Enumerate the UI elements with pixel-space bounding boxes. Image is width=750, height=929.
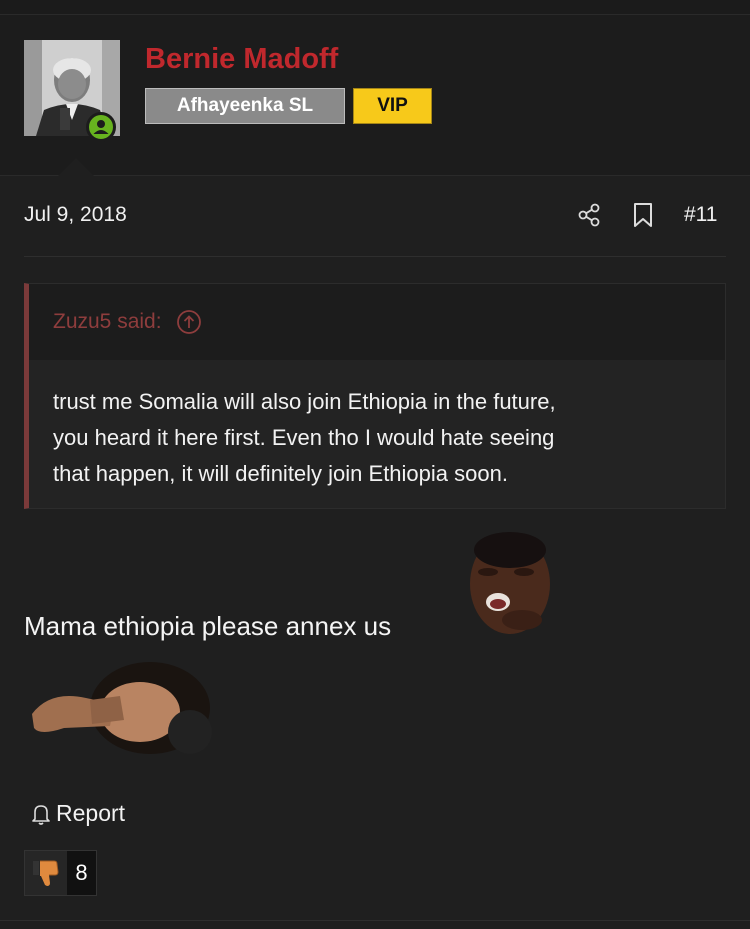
quote-author[interactable]: Zuzu5 said: [53,310,162,334]
report-label: Report [56,800,126,826]
post-message: Mama ethiopia please annex us [24,611,392,641]
username[interactable]: Bernie Madoff [145,43,338,76]
report-button[interactable]: Report [28,800,125,827]
quote-line: trust me Somalia will also join Ethiopia… [53,389,556,414]
vip-badge: VIP [353,88,432,124]
laughing-face-emoji-icon [470,532,550,634]
quote-header[interactable]: Zuzu5 said: [29,284,725,360]
user-title-badge: Afhayeenka SL [145,88,345,124]
bookmark-icon[interactable] [632,202,654,228]
bottom-divider [0,920,750,921]
thumbs-down-icon [33,860,59,886]
post-number[interactable]: #11 [684,203,717,227]
drinking-emoji-icon [32,662,212,754]
reaction-count[interactable]: 8 [67,851,96,895]
quote-line: you heard it here first. Even tho I woul… [53,425,555,450]
divider [24,256,726,257]
header-pointer [58,158,94,176]
reaction-bar[interactable]: 8 [24,850,97,896]
quote-block: Zuzu5 said: trust me Somalia will also j… [24,283,726,509]
online-status-icon [86,112,116,142]
user-header: Bernie Madoff Afhayeenka SL VIP [0,15,750,176]
quote-body: trust me Somalia will also join Ethiopia… [29,360,725,492]
share-icon[interactable] [576,202,602,228]
reaction-icon-wrap[interactable] [25,851,67,895]
user-icon [93,120,109,134]
quote-line: that happen, it will definitely join Eth… [53,461,508,486]
post-date[interactable]: Jul 9, 2018 [24,203,127,227]
top-band [0,0,750,15]
bell-icon [32,804,50,825]
arrow-up-circle-icon[interactable] [176,309,202,335]
